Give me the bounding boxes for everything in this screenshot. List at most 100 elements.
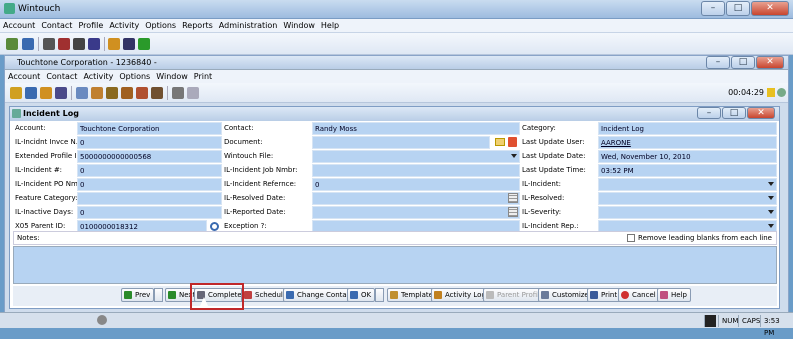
profile-icon[interactable] <box>55 87 67 99</box>
severity-dropdown-arrow-icon[interactable] <box>768 210 774 214</box>
severity-dropdown[interactable] <box>598 206 777 219</box>
notes-textarea[interactable] <box>13 246 777 284</box>
ok-dropdown-button[interactable] <box>375 288 384 302</box>
account-menu-contact[interactable]: Contact <box>43 70 80 83</box>
minimize-button[interactable]: – <box>701 1 725 16</box>
menu-activity[interactable]: Activity <box>106 19 142 32</box>
last-update-date-field[interactable]: Wed, November 10, 2010 <box>598 150 777 163</box>
menu-account[interactable]: Account <box>0 19 38 32</box>
activity-log-button[interactable]: Activity Log <box>431 288 490 302</box>
attach-document-icon[interactable] <box>508 137 517 147</box>
clock: 3:53 PM <box>760 315 793 337</box>
resolved-date-calendar-icon[interactable] <box>508 193 518 203</box>
prev-dropdown-button[interactable] <box>154 288 163 302</box>
contact-icon[interactable] <box>25 87 37 99</box>
document-dropdown[interactable] <box>312 136 490 149</box>
edit-icon[interactable] <box>136 87 148 99</box>
menu-options[interactable]: Options <box>142 19 179 32</box>
ok-button[interactable]: OK <box>347 288 376 302</box>
search-icon[interactable] <box>210 222 219 231</box>
task-icon[interactable] <box>88 38 100 50</box>
account-menu-options[interactable]: Options <box>116 70 153 83</box>
incident-po-number-field[interactable]: 0 <box>77 178 222 191</box>
incident-dropdown[interactable] <box>598 178 777 191</box>
find-contact-icon[interactable] <box>22 38 34 50</box>
resolved-dropdown[interactable] <box>598 192 777 205</box>
help-button[interactable]: Help <box>657 288 691 302</box>
account-restore-button[interactable]: □ <box>731 56 755 69</box>
add-icon[interactable] <box>138 38 150 50</box>
list-icon[interactable] <box>43 38 55 50</box>
extended-profile-id-field[interactable]: 5000000000000568 <box>77 150 222 163</box>
folder-icon[interactable] <box>10 87 22 99</box>
checkbox-box[interactable] <box>627 234 636 242</box>
action-button-bar: Prev Next Complete Schedule Change Conta… <box>13 286 777 306</box>
document-icon[interactable] <box>187 87 199 99</box>
contact-field[interactable]: Randy Moss <box>312 122 520 135</box>
grid-icon[interactable] <box>123 38 135 50</box>
book-icon[interactable] <box>151 87 163 99</box>
template-button[interactable]: Template <box>387 288 437 302</box>
category-field[interactable]: Incident Log <box>598 122 777 135</box>
wintouch-file-dropdown[interactable] <box>312 150 520 163</box>
cancel-button[interactable]: Cancel <box>618 288 660 302</box>
menu-window[interactable]: Window <box>280 19 318 32</box>
account-label: Account: <box>13 122 77 135</box>
last-update-time-field[interactable]: 03:52 PM <box>598 164 777 177</box>
cancel-label: Cancel <box>632 291 656 299</box>
last-update-user-field[interactable]: AARONE <box>598 136 777 149</box>
reported-date-field[interactable] <box>312 206 520 219</box>
account-field[interactable]: Touchtone Corporation <box>77 122 222 135</box>
account-menu-print[interactable]: Print <box>191 70 215 83</box>
last-update-user-label: Last Update User: <box>520 136 598 149</box>
handshake-icon[interactable] <box>91 87 103 99</box>
keyboard-icon[interactable] <box>172 87 184 99</box>
pause-icon[interactable] <box>767 88 775 97</box>
activity-icon[interactable] <box>40 87 52 99</box>
menu-contact[interactable]: Contact <box>38 19 75 32</box>
account-menu-account[interactable]: Account <box>5 70 43 83</box>
incident-job-number-field[interactable] <box>312 164 520 177</box>
reported-date-calendar-icon[interactable] <box>508 207 518 217</box>
incident-dropdown-arrow-icon[interactable] <box>768 182 774 186</box>
incident-minimize-button[interactable]: – <box>697 107 721 119</box>
calendar-icon[interactable] <box>58 38 70 50</box>
document-label: Document: <box>222 136 312 149</box>
invoice-number-field[interactable]: 0 <box>77 136 222 149</box>
wintouch-file-dropdown-arrow-icon[interactable] <box>511 154 517 158</box>
menu-help[interactable]: Help <box>318 19 342 32</box>
contact-label: Contact: <box>222 122 312 135</box>
app-title: Wintouch <box>18 4 61 14</box>
refresh-icon[interactable] <box>777 88 786 97</box>
calendar-icon[interactable] <box>106 87 118 99</box>
print-button[interactable]: Print <box>587 288 622 302</box>
account-menu-activity[interactable]: Activity <box>80 70 116 83</box>
find-account-icon[interactable] <box>6 38 18 50</box>
account-minimize-button[interactable]: – <box>706 56 730 69</box>
open-folder-icon[interactable] <box>495 138 505 146</box>
check-icon[interactable] <box>76 87 88 99</box>
menu-profile[interactable]: Profile <box>75 19 106 32</box>
incident-restore-button[interactable]: □ <box>722 107 746 119</box>
inactive-days-field[interactable]: 0 <box>77 206 222 219</box>
resolved-dropdown-arrow-icon[interactable] <box>768 196 774 200</box>
menu-reports[interactable]: Reports <box>179 19 216 32</box>
prev-button[interactable]: Prev <box>121 288 155 302</box>
maximize-button[interactable]: □ <box>726 1 750 16</box>
tools-icon[interactable] <box>108 38 120 50</box>
close-button[interactable]: ✕ <box>751 1 789 16</box>
note-icon[interactable] <box>121 87 133 99</box>
account-close-button[interactable]: ✕ <box>756 56 784 69</box>
remove-blanks-checkbox[interactable]: Remove leading blanks from each line <box>627 234 772 242</box>
incident-reference-field[interactable]: 0 <box>312 178 520 191</box>
feature-category-field[interactable] <box>77 192 222 205</box>
report-icon[interactable] <box>73 38 85 50</box>
incident-close-button[interactable]: ✕ <box>747 107 775 119</box>
incident-rep-dropdown-arrow-icon[interactable] <box>768 224 774 228</box>
menu-administration[interactable]: Administration <box>216 19 281 32</box>
account-toolbar: 00:04:29 <box>5 83 788 103</box>
account-menu-window[interactable]: Window <box>153 70 191 83</box>
resolved-date-field[interactable] <box>312 192 520 205</box>
incident-number-field[interactable]: 0 <box>77 164 222 177</box>
customize-button[interactable]: Customize <box>538 288 593 302</box>
